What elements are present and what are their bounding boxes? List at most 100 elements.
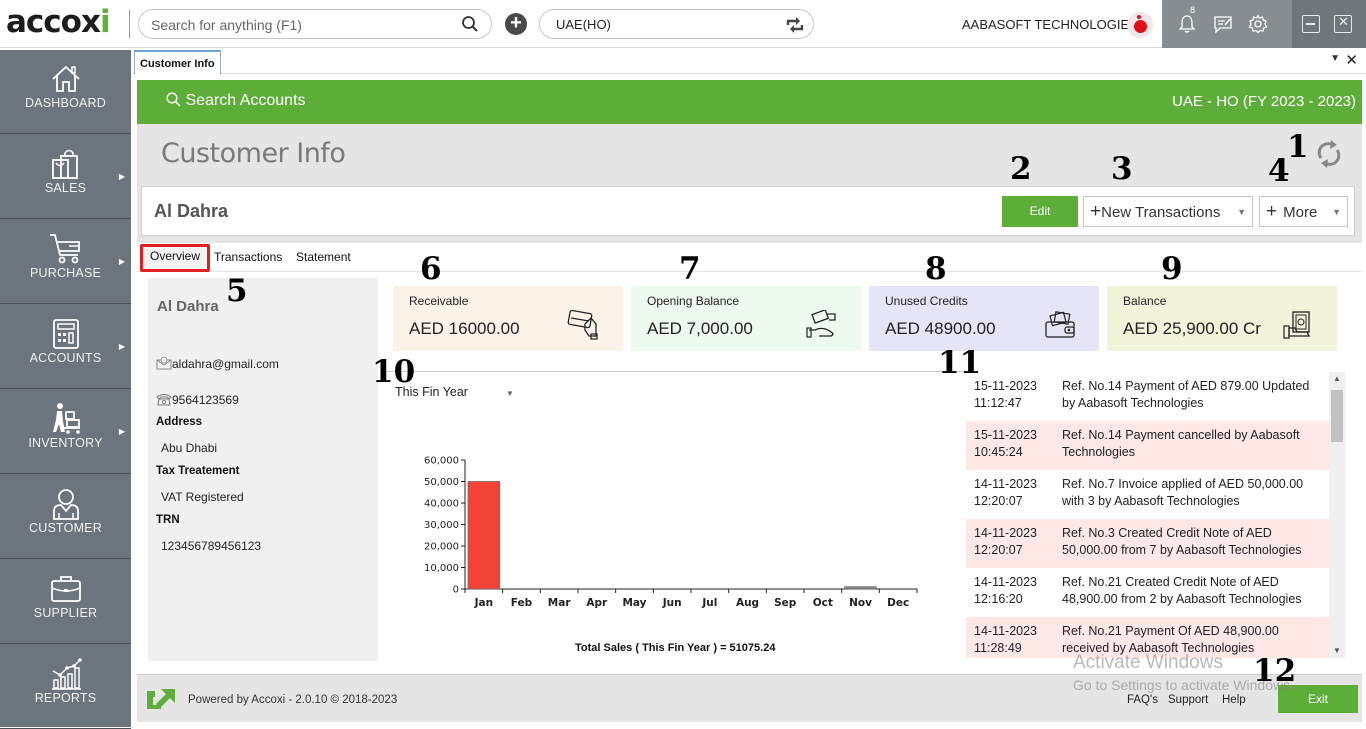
sidebar-label: INVENTORY <box>28 436 103 450</box>
sidebar-item-customer[interactable]: CUSTOMER <box>0 475 131 559</box>
sidebar-label: PURCHASE <box>29 266 102 280</box>
company-logo[interactable] <box>1127 12 1153 38</box>
close-tab-icon[interactable]: ✕ <box>1345 51 1358 69</box>
sidebar: DASHBOARD SALES ▶ PURCHASE ▶ ACCOUNTS ▶ … <box>0 50 131 729</box>
activate-windows-watermark: Activate Windows <box>1073 652 1223 673</box>
activity-item[interactable]: 14-11-2023 12:20:07 Ref. No.3 Created Cred… <box>966 519 1329 568</box>
scrollbar-thumb[interactable] <box>1331 390 1343 442</box>
settings-gear-icon[interactable] <box>1248 14 1268 39</box>
activity-scrollbar[interactable]: ▲ ▼ <box>1329 372 1345 658</box>
sidebar-item-sales[interactable]: SALES ▶ <box>0 135 131 219</box>
bell-icon[interactable] <box>1178 14 1196 39</box>
annotation-11: 11 <box>938 345 982 381</box>
briefcase-icon <box>49 572 83 606</box>
account-header-bar: Search Accounts UAE - HO (FY 2023 - 2023… <box>137 80 1362 124</box>
divider <box>129 10 130 38</box>
sidebar-label: SALES <box>44 181 87 195</box>
activity-time: 12:20:07 <box>974 494 1023 508</box>
support-link[interactable]: Support <box>1168 694 1208 706</box>
more-button[interactable]: + More ▼ <box>1259 196 1348 227</box>
annotation-10: 10 <box>372 354 416 390</box>
message-icon[interactable] <box>1213 14 1233 39</box>
sidebar-item-accounts[interactable]: ACCOUNTS ▶ <box>0 305 131 389</box>
activity-date: 14-11-2023 <box>974 526 1038 540</box>
sidebar-item-dashboard[interactable]: DASHBOARD <box>0 50 131 134</box>
sidebar-label: SUPPLIER <box>33 606 98 620</box>
shopping-bag-icon <box>49 147 83 181</box>
y-tick-label: 50,000 <box>424 477 459 488</box>
activity-item[interactable]: 14-11-2023 12:16:20 Ref. No.21 Created Cre… <box>966 568 1329 617</box>
branch-selector[interactable]: UAE(HO) <box>539 9 814 39</box>
sidebar-item-reports[interactable]: REPORTS <box>0 645 131 729</box>
search-icon[interactable] <box>461 15 479 38</box>
submenu-arrow-icon: ▶ <box>118 427 125 436</box>
company-name: AABASOFT TECHNOLOGIES <box>962 17 1138 32</box>
document-tab-strip: Customer Info ▼ ✕ <box>132 50 1366 74</box>
x-tick-label: Apr <box>586 597 608 609</box>
sidebar-item-supplier[interactable]: SUPPLIER <box>0 560 131 644</box>
x-tick-label: Sep <box>774 597 797 609</box>
x-tick-label: May <box>622 597 646 609</box>
sidebar-label: REPORTS <box>34 691 97 705</box>
balance-card: Balance AED 25,900.00 Cr <box>1107 286 1337 351</box>
x-tick-label: Nov <box>849 597 872 609</box>
activity-item[interactable]: 15-11-2023 11:12:47 Ref. No.14 Payment of … <box>966 372 1329 421</box>
cash-hand-icon <box>1281 310 1315 345</box>
y-tick-label: 20,000 <box>424 542 459 553</box>
scroll-down-icon[interactable]: ▼ <box>1333 646 1341 655</box>
card-title: Opening Balance <box>647 294 740 308</box>
company-selector[interactable]: AABASOFT TECHNOLOGIES▶ <box>962 17 1149 32</box>
help-link[interactable]: Help <box>1222 694 1246 706</box>
activity-item[interactable]: 15-11-2023 10:45:24 Ref. No.14 Payment can… <box>966 421 1329 470</box>
card-value: AED 7,000.00 <box>647 319 753 338</box>
activity-datetime: 14-11-2023 12:20:07 <box>974 525 1037 559</box>
powered-by-text: Powered by Accoxi - 2.0.10 © 2018-2023 <box>188 694 398 706</box>
customer-info-panel: Search Accounts UAE - HO (FY 2023 - 2023… <box>137 80 1362 662</box>
close-window-button[interactable]: ✕ <box>1334 14 1352 33</box>
new-transactions-button[interactable]: +New Transactions ▼ <box>1083 196 1253 227</box>
tax-treatment-value: VAT Registered <box>161 490 244 504</box>
quick-add-button[interactable]: + <box>505 13 527 35</box>
address-value: Abu Dhabi <box>161 441 218 455</box>
annotation-6: 6 <box>420 251 442 287</box>
top-actions <box>1162 0 1292 48</box>
sidebar-item-purchase[interactable]: PURCHASE ▶ <box>0 220 131 304</box>
global-search-box[interactable] <box>138 9 492 39</box>
faq-link[interactable]: FAQ's <box>1127 694 1158 706</box>
global-search-input[interactable] <box>151 15 451 35</box>
y-tick-label: 30,000 <box>424 520 459 531</box>
phone-value: 9564123569 <box>172 393 239 407</box>
tab-statement[interactable]: Statement <box>289 246 358 272</box>
card-title: Unused Credits <box>885 294 968 308</box>
sidebar-label: CUSTOMER <box>29 521 102 535</box>
accoxi-footer-logo <box>145 687 177 716</box>
switch-branch-icon[interactable] <box>785 16 805 39</box>
activity-item[interactable]: 14-11-2023 12:20:07 Ref. No.7 Invoice appl… <box>966 470 1329 519</box>
refresh-icon[interactable] <box>1315 138 1343 175</box>
activity-datetime: 15-11-2023 10:45:24 <box>974 427 1037 461</box>
annotation-7: 7 <box>679 251 701 287</box>
annotation-1: 1 <box>1287 129 1309 165</box>
email-value[interactable]: aldahra@gmail.com <box>172 357 279 371</box>
chevron-down-icon: ▼ <box>505 389 514 398</box>
customer-header: Al Dahra Edit +New Transactions ▼ + More … <box>141 186 1355 236</box>
minimize-button[interactable] <box>1302 15 1320 33</box>
submenu-arrow-icon: ▶ <box>118 342 125 351</box>
activity-date: 15-11-2023 <box>974 379 1038 393</box>
tab-transactions[interactable]: Transactions <box>207 246 289 272</box>
scroll-up-icon[interactable]: ▲ <box>1333 374 1341 383</box>
edit-button[interactable]: Edit <box>1002 196 1078 227</box>
plus-icon: + <box>1090 201 1102 222</box>
chart-divider <box>382 371 972 372</box>
tab-customer-info[interactable]: Customer Info <box>134 50 221 74</box>
x-tick-label: Mar <box>548 597 572 609</box>
annotation-8: 8 <box>925 251 947 287</box>
tab-overview[interactable]: Overview <box>140 244 211 272</box>
sidebar-item-inventory[interactable]: INVENTORY ▶ <box>0 390 131 474</box>
chart-xlabel: Total Sales ( This Fin Year ) = 51075.24 <box>575 642 776 654</box>
x-tick-label: Oct <box>813 597 833 609</box>
search-accounts-button[interactable]: Search Accounts <box>166 92 306 110</box>
tab-list-dropdown-icon[interactable]: ▼ <box>1330 53 1340 64</box>
window-controls: ✕ <box>1292 0 1366 48</box>
activity-message: Ref. No.7 Invoice applied of AED 50,000.… <box>1062 477 1304 508</box>
